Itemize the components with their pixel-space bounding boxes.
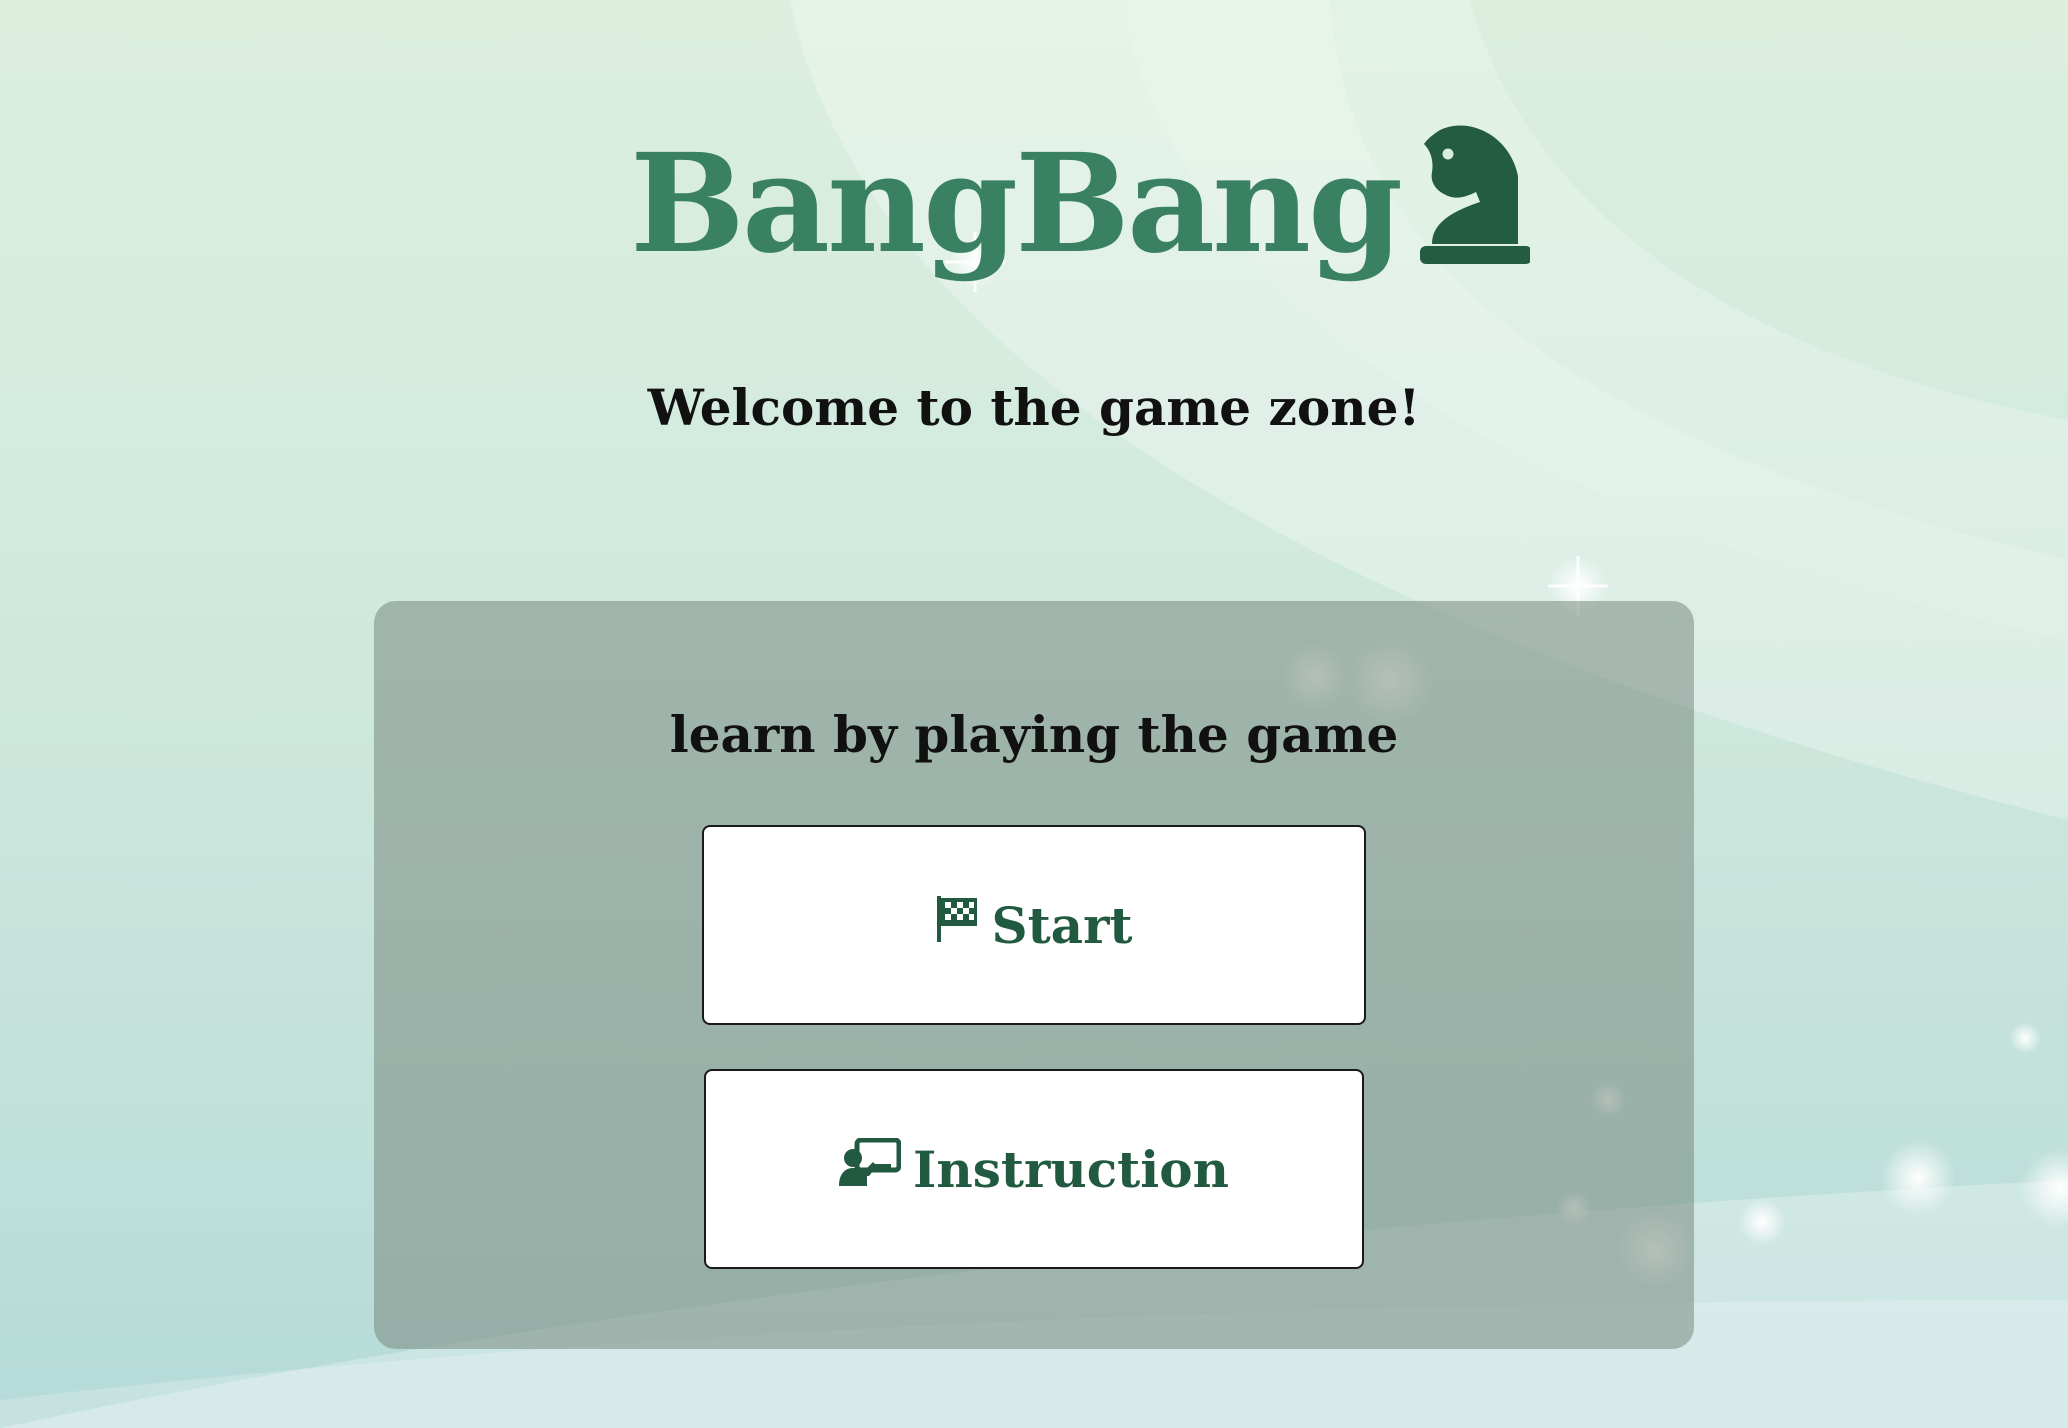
chess-knight-icon xyxy=(1420,125,1531,264)
checkered-flag-icon xyxy=(935,894,979,956)
start-button[interactable]: Start xyxy=(702,825,1366,1025)
instruction-button-label: Instruction xyxy=(913,1139,1229,1199)
teacher-board-icon xyxy=(839,1137,902,1200)
start-button-label: Start xyxy=(991,895,1133,955)
panel-subtitle: learn by playing the game xyxy=(669,705,1399,764)
logo-text: BangBang xyxy=(630,124,1403,284)
menu-panel: learn by playing the game Start Instruct… xyxy=(374,601,1694,1349)
app-logo: BangBang xyxy=(630,92,1531,284)
instruction-button[interactable]: Instruction xyxy=(704,1069,1364,1269)
welcome-heading: Welcome to the game zone! xyxy=(647,378,1421,437)
